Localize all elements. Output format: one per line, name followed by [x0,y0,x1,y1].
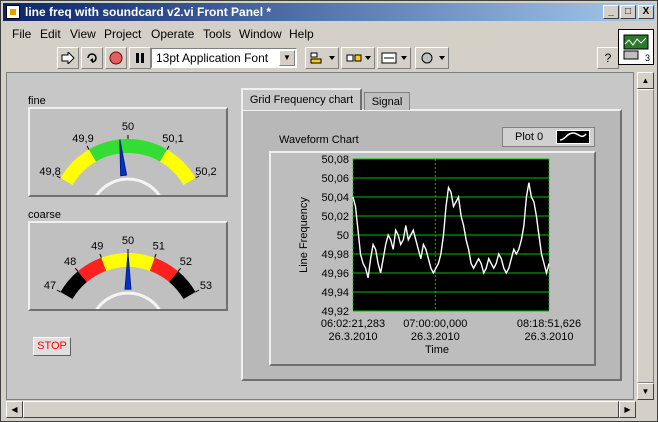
gauge-coarse-tick-4 [154,253,157,258]
font-select-value: 13pt Application Font [156,51,269,65]
vi-icon[interactable]: 3 [618,29,654,65]
gauge-coarse-tick-label-3: 50 [122,235,134,247]
legend-plot-name: Plot 0 [515,131,544,143]
legend-swatch [556,130,590,144]
y-tick-label: 50,02 [321,211,349,223]
title-bar[interactable]: line freq with soundcard v2.vi Front Pan… [3,3,655,21]
close-button[interactable]: X [638,5,654,19]
distribute-objects-icon[interactable] [341,47,375,69]
scroll-down-icon[interactable]: ▼ [637,383,654,400]
run-arrow-icon[interactable] [57,47,79,69]
maximize-button[interactable]: □ [620,5,636,19]
gauge-coarse-hub-arc [95,291,161,309]
gauge-coarse-tick-label-4: 51 [153,240,165,252]
gauge-coarse-label: coarse [28,209,62,221]
menu-edit[interactable]: Edit [40,27,61,41]
chart-plot-svg: 50,08 50,06 50,04 50,02 50 49,98 49,96 49,94 49,… [298,154,581,356]
vertical-scrollbar[interactable]: ▲ ▼ [637,72,654,400]
menu-tools[interactable]: Tools [203,27,231,41]
gauge-fine-label: fine [28,95,46,107]
reorder-icon[interactable] [415,47,449,69]
menu-view[interactable]: View [70,27,96,41]
chart-title: Waveform Chart [279,134,359,146]
gauge-fine[interactable]: 49,8 49,9 50 50,1 50,2 [28,107,228,197]
menu-help[interactable]: Help [289,27,314,41]
gauge-coarse-tick-label-5: 52 [180,256,192,268]
stop-button[interactable]: STOP [33,337,71,356]
horizontal-scroll-thumb[interactable] [23,401,619,418]
gauge-coarse-tick-5 [177,267,182,272]
y-tick-label: 49,98 [321,249,349,261]
menu-window[interactable]: Window [239,27,282,41]
scroll-right-icon[interactable]: ▶ [619,401,636,418]
y-axis-label: Line Frequency [298,197,310,273]
gauge-fine-band-1 [89,139,167,162]
gauge-coarse-tick-label-0: 47 [44,280,56,292]
y-tick-label: 50,04 [321,192,349,204]
menu-project[interactable]: Project [104,27,141,41]
minimize-button[interactable]: _ [603,5,619,19]
scroll-up-icon[interactable]: ▲ [637,72,654,89]
gauge-fine-tick-label-3: 50,1 [162,133,183,145]
x-axis-label: Time [425,344,449,356]
y-tick-label: 50 [337,230,349,242]
gauge-coarse-tick-0 [56,289,61,293]
y-tick-label: 49,94 [321,287,349,299]
tab-grid-frequency[interactable]: Grid Frequency chart [241,88,362,110]
font-select[interactable]: 13pt Application Font ▼ [151,48,297,68]
gauge-coarse-dial: 47 48 49 50 51 52 53 [44,235,212,309]
gauge-fine-band-2 [160,149,196,185]
x-tick-label-date: 26.3.2010 [411,331,460,343]
gauge-coarse-tick-label-6: 53 [200,280,212,292]
toolbar: ? [3,44,619,72]
horizontal-scrollbar[interactable]: ◀ ▶ [6,401,636,418]
window: line freq with soundcard v2.vi Front Pan… [0,0,658,422]
abort-icon[interactable] [105,47,127,69]
menu-operate[interactable]: Operate [151,27,194,41]
pause-icon[interactable] [129,47,151,69]
help-icon[interactable]: ? [597,47,619,69]
gauge-fine-hub-arc [95,177,161,195]
gauge-fine-tick-label-0: 49,8 [39,166,60,178]
gauge-fine-dial: 49,8 49,9 50 50,1 50,2 [39,121,217,195]
gauge-coarse-tick-6 [195,289,200,293]
plot-legend[interactable]: Plot 0 [502,127,595,147]
gauge-fine-tick-1 [86,145,90,150]
menu-file[interactable]: File [12,27,31,41]
vi-icon-number: 3 [644,53,650,63]
align-objects-icon[interactable] [305,47,339,69]
x-tick-label-time: 07:00:00,000 [403,318,467,330]
gauge-coarse[interactable]: 47 48 49 50 51 52 53 [28,221,228,311]
gauge-fine-tick-label-2: 50 [122,121,134,133]
gauge-coarse-tick-label-2: 49 [91,240,103,252]
menu-bar: File Edit View Project Operate Tools Win… [3,24,613,42]
gauge-fine-tick-3 [166,145,170,150]
y-tick-label: 49,92 [321,306,349,318]
gauge-coarse-tick-2 [99,253,102,258]
vertical-scroll-thumb[interactable] [637,89,654,383]
x-tick-label-date: 26.3.2010 [329,331,378,343]
scroll-left-icon[interactable]: ◀ [6,401,23,418]
x-tick-label-time: 08:18:51,626 [517,318,581,330]
x-tick-label-time: 06:02:21,283 [321,318,385,330]
gauge-fine-tick-label-4: 50,2 [195,166,216,178]
chevron-down-icon[interactable]: ▼ [279,50,295,66]
app-icon [6,5,20,19]
y-tick-label: 50,08 [321,154,349,166]
gauge-coarse-tick-label-1: 48 [64,256,76,268]
resize-objects-icon[interactable] [377,47,411,69]
x-tick-label-date: 26.3.2010 [525,331,574,343]
gauge-coarse-tick-1 [74,267,79,272]
run-continuously-icon[interactable] [81,47,103,69]
window-title: line freq with soundcard v2.vi Front Pan… [25,5,272,19]
y-tick-label: 49,96 [321,268,349,280]
tab-signal[interactable]: Signal [364,92,410,110]
gauge-fine-tick-label-1: 49,9 [72,133,93,145]
gauge-fine-band-0 [60,149,96,185]
y-tick-label: 50,06 [321,173,349,185]
